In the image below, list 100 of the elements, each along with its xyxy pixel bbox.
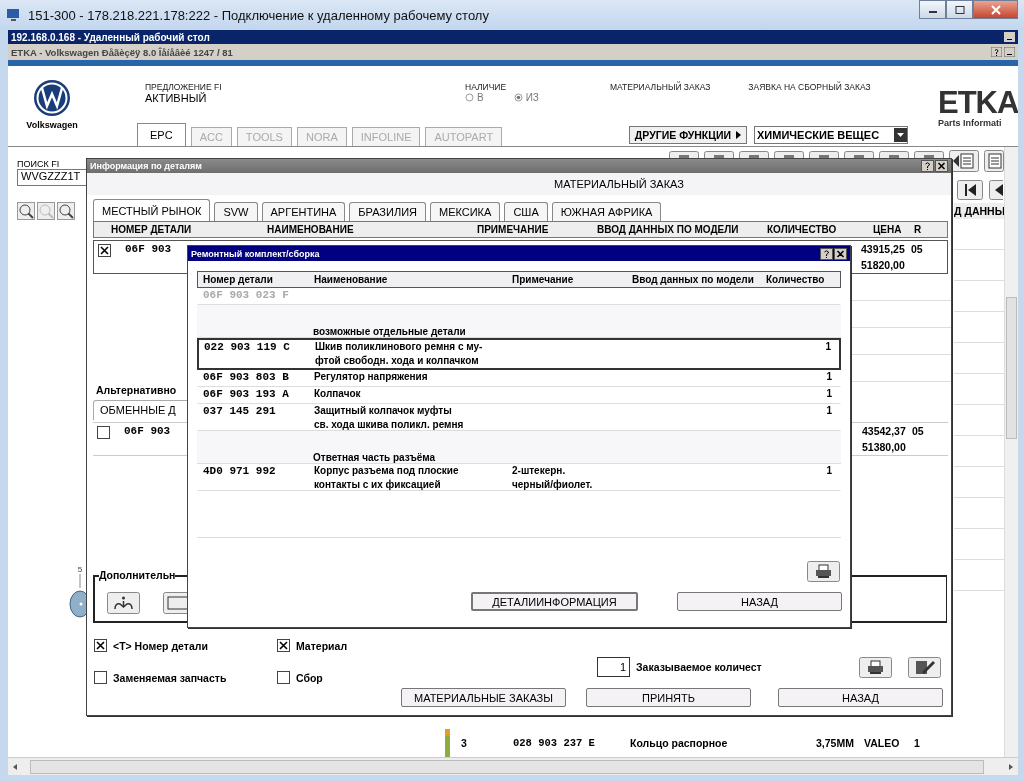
table-cell-text: 06F 903 803 B xyxy=(202,371,290,385)
dialog-button[interactable]: МАТЕРИАЛЬНЫЕ ЗАКАЗЫ xyxy=(401,688,566,707)
maximize-icon xyxy=(954,5,965,14)
checkbox[interactable] xyxy=(97,426,110,439)
function-dropdown[interactable]: ХИМИЧЕСКИЕ ВЕЩЕС xyxy=(754,126,908,144)
zoom-icon[interactable] xyxy=(17,202,35,220)
table-cell-text: 022 903 119 C xyxy=(203,341,291,355)
minimize-button[interactable] xyxy=(919,0,946,19)
table-cell-text: контакты с их фиксацией xyxy=(314,479,442,490)
close-button[interactable] xyxy=(973,0,1018,19)
dialog-button[interactable]: ПРИНЯТЬ xyxy=(586,688,751,707)
table-cell-text: 51820,00 xyxy=(861,259,906,271)
checkbox[interactable] xyxy=(98,244,111,257)
section-heading: возможные отдельные детали xyxy=(313,326,466,337)
table-cell-text: 06F 903 xyxy=(124,243,172,255)
column-header: НОМЕР ДЕТАЛИ xyxy=(110,224,193,235)
header-link[interactable]: МАТЕРИАЛЬНЫЙ ЗАКАЗ xyxy=(610,66,711,92)
print-icon[interactable] xyxy=(859,656,892,678)
checkbox-label: Материал xyxy=(296,639,348,652)
tab[interactable]: ЮЖНАЯ АФРИКА xyxy=(551,202,662,221)
tab[interactable]: АРГЕНТИНА xyxy=(261,202,346,221)
radio-button[interactable] xyxy=(465,93,474,102)
checkbox[interactable] xyxy=(277,639,290,652)
checkbox[interactable] xyxy=(277,671,290,684)
table-cell-text: 037 145 291 xyxy=(202,405,277,419)
radio-label: В xyxy=(477,92,484,103)
column-header: Примечание xyxy=(512,274,575,285)
checkbox[interactable] xyxy=(94,639,107,652)
table-cell: 1 xyxy=(826,405,832,416)
checkbox[interactable] xyxy=(94,671,107,684)
zoom-icon[interactable] xyxy=(57,202,75,220)
app-title: ETKA - Volkswagen Ðåãèçëÿ 8.0 Îåíåâèé 1247 / 81 xyxy=(11,46,233,58)
table-cell: 1 xyxy=(826,371,832,382)
dialog-button[interactable]: ДЕТАЛИИНФОРМАЦИЯ xyxy=(471,592,638,611)
help-icon[interactable] xyxy=(991,47,1002,57)
horizontal-scrollbar[interactable] xyxy=(8,757,1018,775)
table-cell: 1 xyxy=(825,341,831,352)
frame-icon[interactable] xyxy=(163,592,187,614)
previous-page-icon[interactable] xyxy=(949,150,979,172)
tab[interactable]: SVW xyxy=(214,202,258,221)
table-cell-text: фтой свободн. хода и колпачком xyxy=(315,355,480,366)
quantity-label: Заказываемое количест xyxy=(636,661,762,673)
document-icon[interactable] xyxy=(984,150,1004,172)
help-icon[interactable] xyxy=(820,247,833,260)
first-page-icon[interactable] xyxy=(957,180,983,200)
checkbox-label: Сбор xyxy=(296,671,323,684)
column-header: Наименование xyxy=(314,274,389,285)
column-header: Д ДАННЫ xyxy=(954,203,1004,219)
quantity-field[interactable]: 1 xyxy=(597,657,630,677)
table-cell-text: VALEO xyxy=(864,737,901,749)
table-cell-text: Регулятор напряжения xyxy=(314,371,429,382)
close-icon[interactable] xyxy=(935,160,948,172)
other-functions-button[interactable]: ДРУГИЕ ФУНКЦИИ xyxy=(628,126,747,144)
table-row[interactable]: 06F 903 193 A Колпачок 1 xyxy=(197,387,841,404)
edit-icon[interactable] xyxy=(908,656,941,678)
brand-name: Volkswagen xyxy=(26,120,78,130)
tab[interactable]: БРАЗИЛИЯ xyxy=(349,202,426,221)
callout-number: 5 xyxy=(77,565,83,574)
minimize-icon[interactable] xyxy=(1004,47,1015,57)
radio-label: ИЗ xyxy=(525,92,539,103)
table-cell-text: 3 xyxy=(461,737,468,749)
previous-icon[interactable] xyxy=(989,180,1003,200)
minimize-icon[interactable] xyxy=(1004,32,1015,42)
column-header: ПРИМЕЧАНИЕ xyxy=(477,224,550,235)
table-cell-text: 3,75MM xyxy=(816,737,855,749)
availability-label: НАЛИЧИЕ xyxy=(465,82,508,92)
info-person-icon[interactable] xyxy=(107,592,140,614)
checkbox-label: <T> Номер детали xyxy=(113,639,208,652)
header-link[interactable]: ЗАЯВКА НА СБОРНЫЙ ЗАКАЗ xyxy=(748,66,871,92)
column-header: ВВОД ДАННЫХ ПО МОДЕЛИ xyxy=(597,224,740,235)
radio-button[interactable] xyxy=(513,93,523,102)
column-header: Номер детали xyxy=(202,274,274,285)
dialog-button[interactable]: НАЗАД xyxy=(778,688,943,707)
table-cell-text: 43542,37 xyxy=(862,425,907,437)
column-header: ЦЕНА xyxy=(873,224,903,235)
tab[interactable]: МЕКСИКА xyxy=(430,202,501,221)
table-cell-text: 05 xyxy=(911,243,924,255)
monitor-icon xyxy=(6,7,22,23)
maximize-button[interactable] xyxy=(946,0,973,19)
offer-value: АКТИВНЫЙ xyxy=(145,92,208,104)
dialog-button[interactable]: НАЗАД xyxy=(677,592,842,611)
tab[interactable]: EPC xyxy=(137,123,186,146)
help-icon[interactable] xyxy=(921,160,934,172)
table-cell-text: 06F 903 193 A xyxy=(202,388,290,402)
table-row[interactable]: 06F 903 803 B Регулятор напряжения 1 xyxy=(197,370,841,387)
close-icon xyxy=(990,4,1001,15)
table-cell: 1 xyxy=(826,388,832,399)
section-heading: Ответная часть разъёма xyxy=(313,452,436,463)
tab[interactable]: США xyxy=(504,202,548,221)
table-row[interactable]: 4D0 971 992 Корпус разъема под плоские контакты с их фиксацией 2-штекерн. черный/фиолет. 1 xyxy=(197,464,841,491)
print-icon[interactable] xyxy=(807,561,840,582)
table-cell-text: 06F 903 023 F xyxy=(202,289,290,303)
close-icon[interactable] xyxy=(834,247,847,260)
table-row[interactable]: 022 903 119 C Шкив поликлинового ремня с му- фтой свободн. хода и колпачком 1 xyxy=(197,338,841,370)
section-label: Альтернативно xyxy=(96,384,177,398)
column-header: Ввод данных по модели xyxy=(632,274,755,285)
vertical-scrollbar[interactable] xyxy=(1004,147,1018,757)
column-header: НАИМЕНОВАНИЕ xyxy=(267,224,355,235)
tab[interactable]: МЕСТНЫЙ РЫНОК xyxy=(93,199,211,221)
caret-icon xyxy=(735,131,741,139)
